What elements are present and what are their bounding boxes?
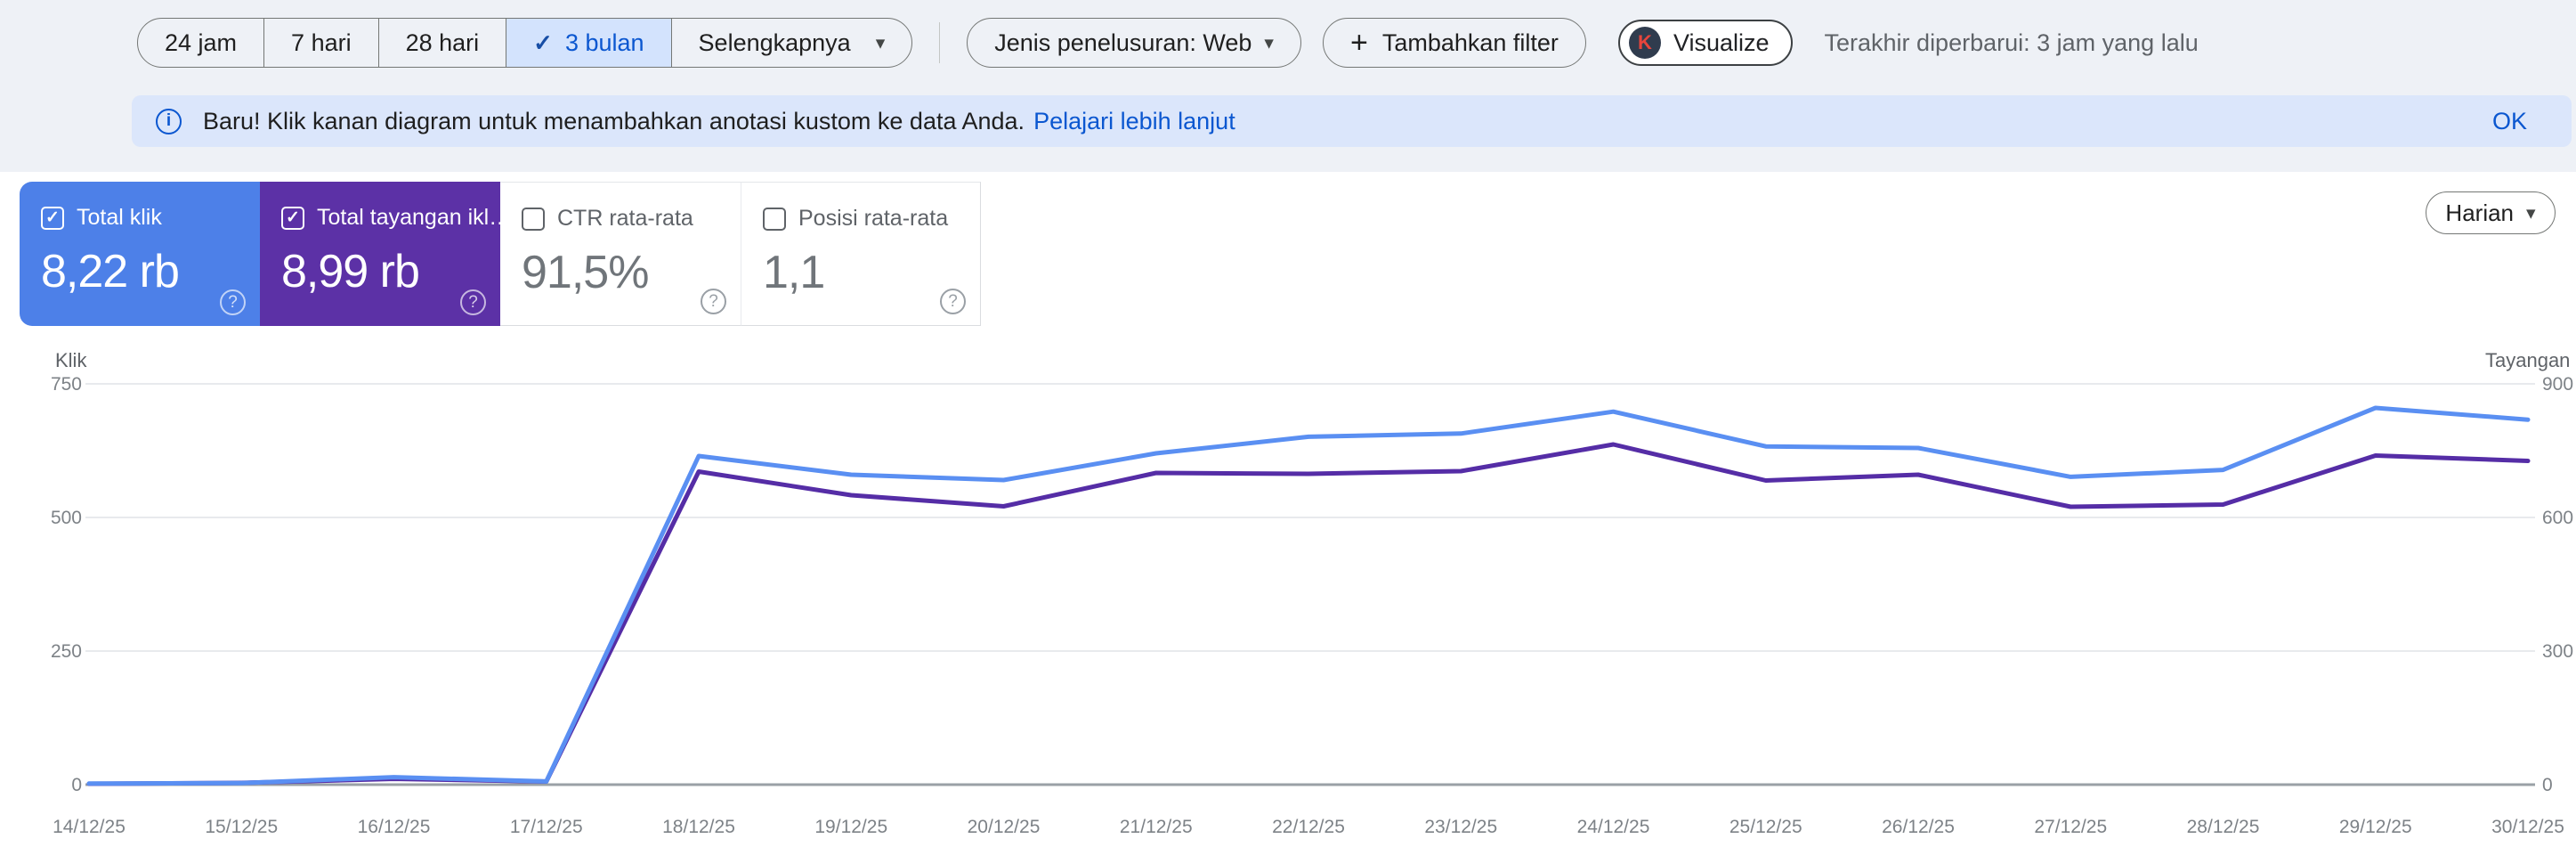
date-range-28d[interactable]: 28 hari — [379, 19, 507, 67]
chevron-down-icon: ▾ — [875, 32, 886, 53]
left-axis-tick-label: 0 — [71, 775, 82, 795]
banner-message: Baru! Klik kanan diagram untuk menambahk… — [203, 107, 1025, 134]
clicks-checkbox-checked-icon[interactable]: ✓ — [41, 206, 64, 230]
date-range-label: 24 jam — [165, 28, 238, 56]
chevron-down-icon: ▾ — [2526, 202, 2536, 224]
chart-panel: ✓ Total klik 8,22 rb ? ✓ Total tayangan … — [0, 172, 2576, 855]
date-range-7d[interactable]: 7 hari — [264, 19, 379, 67]
card-label: Posisi rata-rata — [798, 206, 949, 231]
left-axis-tick-label: 250 — [51, 641, 82, 662]
metric-card-avg-ctr[interactable]: CTR rata-rata 91,5% ? — [500, 182, 741, 326]
x-axis-date-label: 30/12/25 — [2491, 817, 2564, 837]
x-axis-date-label: 21/12/25 — [1120, 817, 1193, 837]
x-axis-date-label: 16/12/25 — [358, 817, 431, 837]
search-type-dropdown[interactable]: Jenis penelusuran: Web ▾ — [967, 18, 1301, 68]
x-axis-date-label: 29/12/25 — [2339, 817, 2412, 837]
visualize-label: Visualize — [1673, 28, 1770, 56]
keywords-extension-icon: K — [1628, 27, 1661, 59]
x-axis-date-label: 24/12/25 — [1577, 817, 1650, 837]
right-axis-title: Tayangan — [2485, 349, 2570, 371]
right-axis-tick-label: 0 — [2542, 775, 2553, 795]
card-label-row: ✓ Total tayangan ikl… — [281, 205, 500, 231]
metric-card-avg-position[interactable]: Posisi rata-rata 1,1 ? — [741, 182, 981, 326]
toolbar-divider — [939, 22, 941, 63]
date-range-label: 7 hari — [291, 28, 352, 56]
date-range-group: 24 jam 7 hari 28 hari ✓ 3 bulan Selengka… — [137, 18, 913, 68]
card-label: Total tayangan ikl… — [317, 205, 500, 230]
chart-area: 0 0 250 300 500 600 750 900 Klik Tayangan 14/12/25… — [0, 343, 2576, 855]
x-axis-date-label: 19/12/25 — [814, 817, 887, 837]
filter-toolbar: 24 jam 7 hari 28 hari ✓ 3 bulan Selengka… — [0, 0, 2576, 86]
impressions-checkbox-checked-icon[interactable]: ✓ — [281, 206, 304, 230]
ctr-checkbox-unchecked-icon[interactable] — [522, 207, 545, 231]
help-icon[interactable]: ? — [220, 289, 246, 315]
x-axis-date-label: 23/12/25 — [1424, 817, 1497, 837]
card-label-row: Posisi rata-rata — [763, 206, 980, 232]
left-axis-title: Klik — [55, 349, 87, 371]
date-range-more[interactable]: Selengkapnya ▾ — [672, 19, 912, 67]
date-range-3mo-selected[interactable]: ✓ 3 bulan — [506, 19, 672, 67]
x-axis-date-label: 22/12/25 — [1272, 817, 1345, 837]
card-label: CTR rata-rata — [557, 206, 693, 231]
left-axis-tick-label: 750 — [51, 374, 82, 395]
x-axis-date-label: 18/12/25 — [662, 817, 735, 837]
x-axis-date-label: 25/12/25 — [1729, 817, 1802, 837]
granularity-dropdown[interactable]: Harian ▾ — [2426, 191, 2556, 234]
x-axis-date-label: 26/12/25 — [1882, 817, 1955, 837]
add-filter-label: Tambahkan filter — [1381, 28, 1559, 56]
x-axis-date-label: 14/12/25 — [53, 817, 126, 837]
x-axis-date-label: 28/12/25 — [2187, 817, 2260, 837]
last-updated-text: Terakhir diperbarui: 3 jam yang lalu — [1824, 28, 2199, 56]
position-checkbox-unchecked-icon[interactable] — [763, 207, 786, 231]
card-label-row: CTR rata-rata — [522, 206, 741, 232]
impressions-line — [86, 442, 2531, 786]
right-axis-tick-label: 600 — [2542, 508, 2573, 528]
clicks-line — [86, 405, 2531, 786]
annotation-info-banner: i Baru! Klik kanan diagram untuk menamba… — [132, 95, 2572, 147]
date-range-24h[interactable]: 24 jam — [138, 19, 265, 67]
card-label: Total klik — [77, 205, 162, 230]
metric-card-total-clicks[interactable]: ✓ Total klik 8,22 rb ? — [20, 182, 260, 326]
chevron-down-icon: ▾ — [1264, 32, 1274, 53]
performance-chart[interactable]: 0 0 250 300 500 600 750 900 Klik Tayangan 14/12/25… — [0, 343, 2576, 855]
check-icon: ✓ — [533, 29, 553, 56]
date-range-label: 3 bulan — [564, 28, 644, 56]
right-axis-tick-label: 900 — [2542, 374, 2573, 395]
metric-cards: ✓ Total klik 8,22 rb ? ✓ Total tayangan … — [20, 182, 981, 326]
right-axis-tick-label: 300 — [2542, 641, 2573, 662]
plus-icon: + — [1349, 26, 1368, 60]
info-icon: i — [156, 108, 182, 134]
card-label-row: ✓ Total klik — [41, 205, 260, 231]
learn-more-link[interactable]: Pelajari lebih lanjut — [1033, 108, 1235, 135]
granularity-label: Harian — [2445, 199, 2515, 226]
date-range-label: Selengkapnya — [698, 28, 851, 56]
x-axis-date-label: 17/12/25 — [510, 817, 583, 837]
date-range-label: 28 hari — [405, 28, 480, 56]
x-axis-date-label: 27/12/25 — [2034, 817, 2107, 837]
left-axis-tick-label: 500 — [51, 508, 82, 528]
banner-ok-button[interactable]: OK — [2492, 108, 2527, 135]
x-axis-date-label: 15/12/25 — [205, 817, 278, 837]
visualize-button[interactable]: K Visualize — [1617, 20, 1793, 66]
help-icon[interactable]: ? — [701, 289, 726, 314]
add-filter-button[interactable]: + Tambahkan filter — [1322, 18, 1586, 68]
metric-card-total-impressions[interactable]: ✓ Total tayangan ikl… 8,99 rb ? — [260, 182, 500, 326]
x-axis-date-label: 20/12/25 — [968, 817, 1041, 837]
search-console-performance-page: 24 jam 7 hari 28 hari ✓ 3 bulan Selengka… — [0, 0, 2576, 855]
help-icon[interactable]: ? — [940, 289, 966, 314]
help-icon[interactable]: ? — [460, 289, 486, 315]
search-type-label: Jenis penelusuran: Web — [994, 28, 1252, 56]
